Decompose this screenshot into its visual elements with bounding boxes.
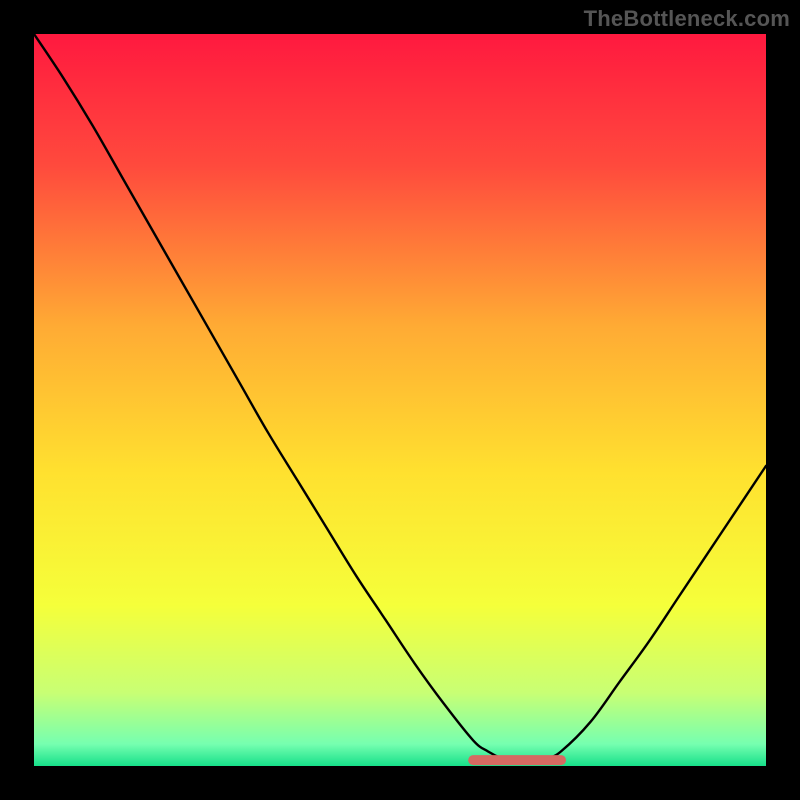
watermark-text: TheBottleneck.com xyxy=(584,6,790,32)
gradient-background xyxy=(34,34,766,766)
chart-frame: TheBottleneck.com xyxy=(0,0,800,800)
plot-area xyxy=(34,34,766,766)
chart-svg xyxy=(34,34,766,766)
